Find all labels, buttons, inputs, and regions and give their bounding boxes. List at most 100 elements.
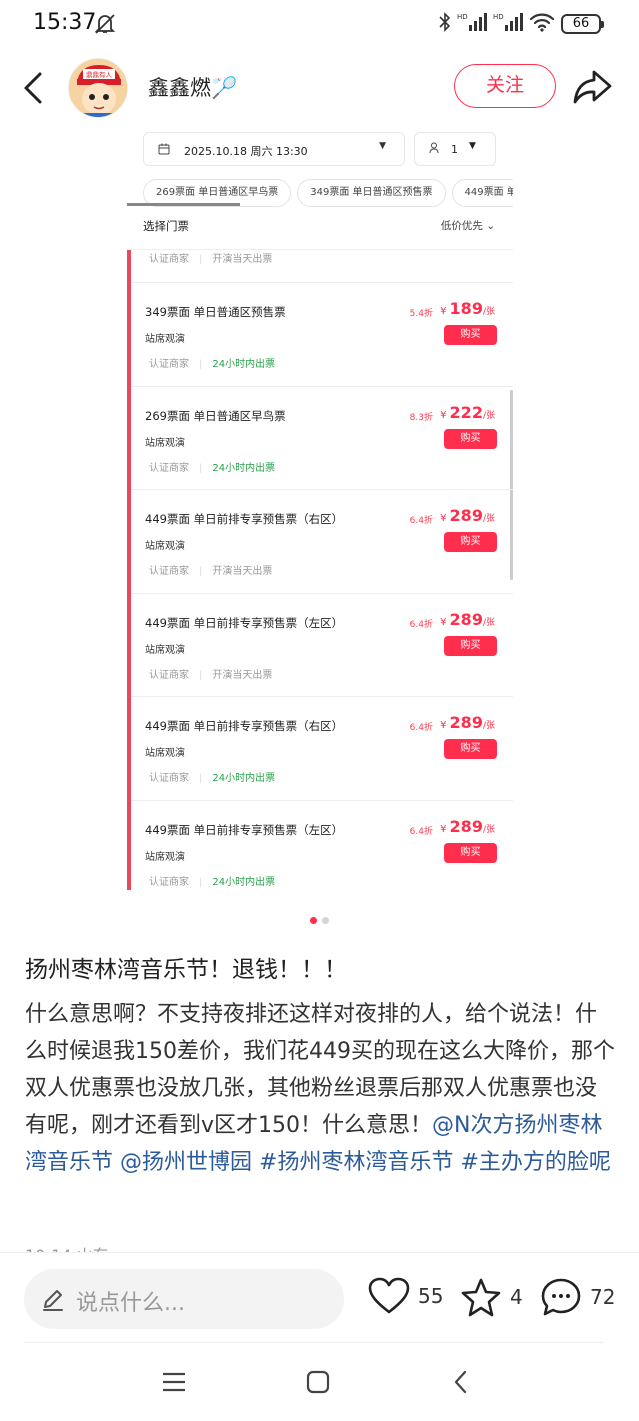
discount-label: 6.4折 — [409, 619, 433, 630]
ticket-name: 269票面 单日普通区早鸟票 — [145, 408, 286, 423]
hashtag-link[interactable]: #扬州枣林湾音乐节 — [259, 1150, 453, 1175]
merchant-label: 认证商家 — [149, 462, 189, 474]
ticket-row: 269票面 单日普通区早鸟票 站席观演 认证商家 | 24小时内出票 8.3折 ¥222/张… — [131, 385, 513, 490]
ticket-seating: 站席观演 — [145, 851, 185, 863]
mute-icon — [93, 13, 117, 39]
username[interactable]: 鑫鑫燃🏸 — [148, 72, 237, 102]
avatar[interactable]: 鼎鼎有人 — [68, 58, 128, 118]
comment-placeholder: 说点什么... — [76, 1291, 185, 1316]
follow-button[interactable]: 关注 — [454, 64, 556, 108]
discount-label: 6.4折 — [409, 516, 433, 526]
battery-indicator: 66 — [561, 14, 604, 34]
price-unit: /张 — [482, 824, 495, 835]
buy-button[interactable]: 购买 — [444, 739, 497, 759]
carousel-dot[interactable] — [322, 917, 329, 924]
ticket-seating: 站席观演 — [145, 541, 185, 552]
comment-bubble-icon — [541, 1278, 581, 1316]
back-chevron-icon — [454, 1370, 467, 1394]
ticket-name: 449票面 单日前排专享预售票（左区） — [145, 822, 344, 837]
discount-label: 6.4折 — [409, 826, 433, 837]
ticket-row: 449票面 单日前排专享预售票（右区） 站席观演 认证商家 | 开演当天出票 6.4折 ¥2… — [131, 489, 513, 593]
ticket-meta: 认证商家 | 24小时内出票 — [149, 359, 276, 370]
chevron-down-icon: ⌄ — [482, 220, 495, 232]
ticket-name: 349票面 单日普通区预售票 — [145, 305, 286, 319]
ticket-row: 449票面 单日前排专享预售票（右区） 站席观演 认证商家 | 24小时内出票 6.4折 ¥… — [131, 696, 513, 800]
ticket-row: 449票面 单日前排专享预售票（左区） 站席观演 认证商家 | 开演当天出票 6.4折 ¥2… — [131, 592, 513, 697]
price-value: 289 — [449, 816, 483, 836]
back-button[interactable] — [18, 68, 50, 108]
menu-button[interactable] — [160, 1369, 188, 1399]
buy-button[interactable]: 购买 — [444, 842, 497, 863]
ticket-price: ¥289/张 — [440, 713, 495, 732]
ticket-meta: 认证商家 | 24小时内出票 — [149, 462, 276, 474]
buy-button[interactable]: 购买 — [444, 428, 497, 449]
ticket-meta: 认证商家 | 开演当天出票 — [149, 669, 273, 681]
buy-button[interactable]: 购买 — [444, 532, 497, 552]
currency-symbol: ¥ — [440, 720, 447, 731]
price-value: 189 — [449, 299, 483, 318]
avatar-cap-text: 鼎鼎有人 — [86, 70, 113, 79]
svg-text:HD: HD — [493, 13, 504, 21]
status-bar: 15:37 HD HD 66 — [0, 0, 639, 50]
comment-input[interactable]: 说点什么... — [24, 1269, 344, 1329]
ticket-row: 449票面 单日前排专享预售票（左区） 站席观演 认证商家 | 24小时内出票 6.4折 ¥… — [131, 799, 513, 891]
ticket-seating: 站席观演 — [145, 437, 185, 449]
merchant-label: 认证商家 — [149, 254, 189, 265]
back-arrow-icon — [24, 72, 42, 104]
merchant-label: 认证商家 — [149, 669, 189, 681]
share-button[interactable] — [570, 66, 614, 108]
wifi-icon — [529, 12, 555, 36]
buy-button[interactable]: 购买 — [444, 635, 497, 656]
system-nav-bar — [0, 1343, 639, 1421]
menu-icon — [163, 1372, 185, 1392]
delivery-label: 24小时内出票 — [212, 462, 276, 474]
delivery-label: 24小时内出票 — [212, 876, 276, 888]
ticket-list: 认证商家 | 开演当天出票 349票面 单日普通区预售票 站席观演 认证商家 | 24小时内… — [127, 250, 513, 890]
sort-label: 低价优先 — [440, 220, 483, 232]
nav-back-button[interactable] — [450, 1369, 472, 1399]
merchant-label: 认证商家 — [149, 773, 189, 784]
delivery-label: 开演当天出票 — [212, 254, 273, 265]
currency-symbol: ¥ — [440, 616, 447, 628]
ticket-section-header: 选择门票 低价优先 ⌄ — [127, 210, 513, 250]
sort-selector: 低价优先 ⌄ — [441, 218, 495, 233]
price-unit: /张 — [482, 721, 495, 731]
signal-icon: HD — [457, 12, 487, 36]
dropdown-arrow-icon: ▼ — [379, 141, 386, 151]
pencil-icon — [40, 1286, 66, 1316]
favorite-button[interactable]: 4 — [460, 1277, 523, 1317]
comment-button[interactable]: 72 — [540, 1277, 615, 1317]
price-unit: /张 — [482, 410, 495, 421]
ticket-chip: 449票面 单 — [451, 179, 513, 207]
merchant-label: 认证商家 — [149, 876, 189, 888]
price-unit: /张 — [482, 514, 495, 524]
carousel-dots — [310, 917, 329, 924]
delivery-label: 24小时内出票 — [212, 359, 276, 370]
section-title: 选择门票 — [143, 219, 189, 233]
delivery-label: 开演当天出票 — [212, 566, 273, 577]
carousel-dot-active[interactable] — [310, 917, 317, 924]
person-icon — [429, 142, 439, 157]
ticket-meta: 认证商家 | 24小时内出票 — [149, 773, 276, 784]
merchant-label: 认证商家 — [149, 359, 189, 370]
ticket-meta: 认证商家 | 开演当天出票 — [149, 566, 273, 577]
ticket-seating: 站席观演 — [145, 334, 185, 345]
dropdown-arrow-icon: ▼ — [469, 141, 476, 151]
quantity-text: 1 — [451, 143, 458, 156]
post-body: 什么意思啊？不支持夜排还这样对夜排的人，给个说法！什么时候退我150差价，我们花… — [25, 996, 617, 1181]
action-bar: 说点什么... 55 4 72 — [0, 1252, 639, 1342]
post-image-ticket-list[interactable]: 2025.10.18 周六 13:30 ▼ 1 ▼ 269票面 单日普通区早鸟票… — [127, 130, 513, 890]
buy-button[interactable]: 购买 — [444, 325, 497, 345]
home-button[interactable] — [305, 1369, 331, 1399]
discount-label: 5.4折 — [409, 309, 433, 319]
comment-count: 72 — [590, 1285, 616, 1309]
post-header: 鼎鼎有人 鑫鑫燃🏸 关注 — [0, 50, 639, 130]
ticket-seating: 站席观演 — [145, 644, 185, 656]
ticket-name: 449票面 单日前排专享预售票（右区） — [145, 719, 344, 733]
like-button[interactable]: 55 — [368, 1277, 443, 1315]
hashtag-link[interactable]: #主办方的脸呢 — [460, 1150, 610, 1175]
date-selector: 2025.10.18 周六 13:30 ▼ — [143, 132, 405, 166]
like-count: 55 — [418, 1284, 444, 1308]
mention-link[interactable]: @扬州世博园 — [120, 1150, 252, 1175]
ticket-price: ¥189/张 — [440, 299, 495, 318]
